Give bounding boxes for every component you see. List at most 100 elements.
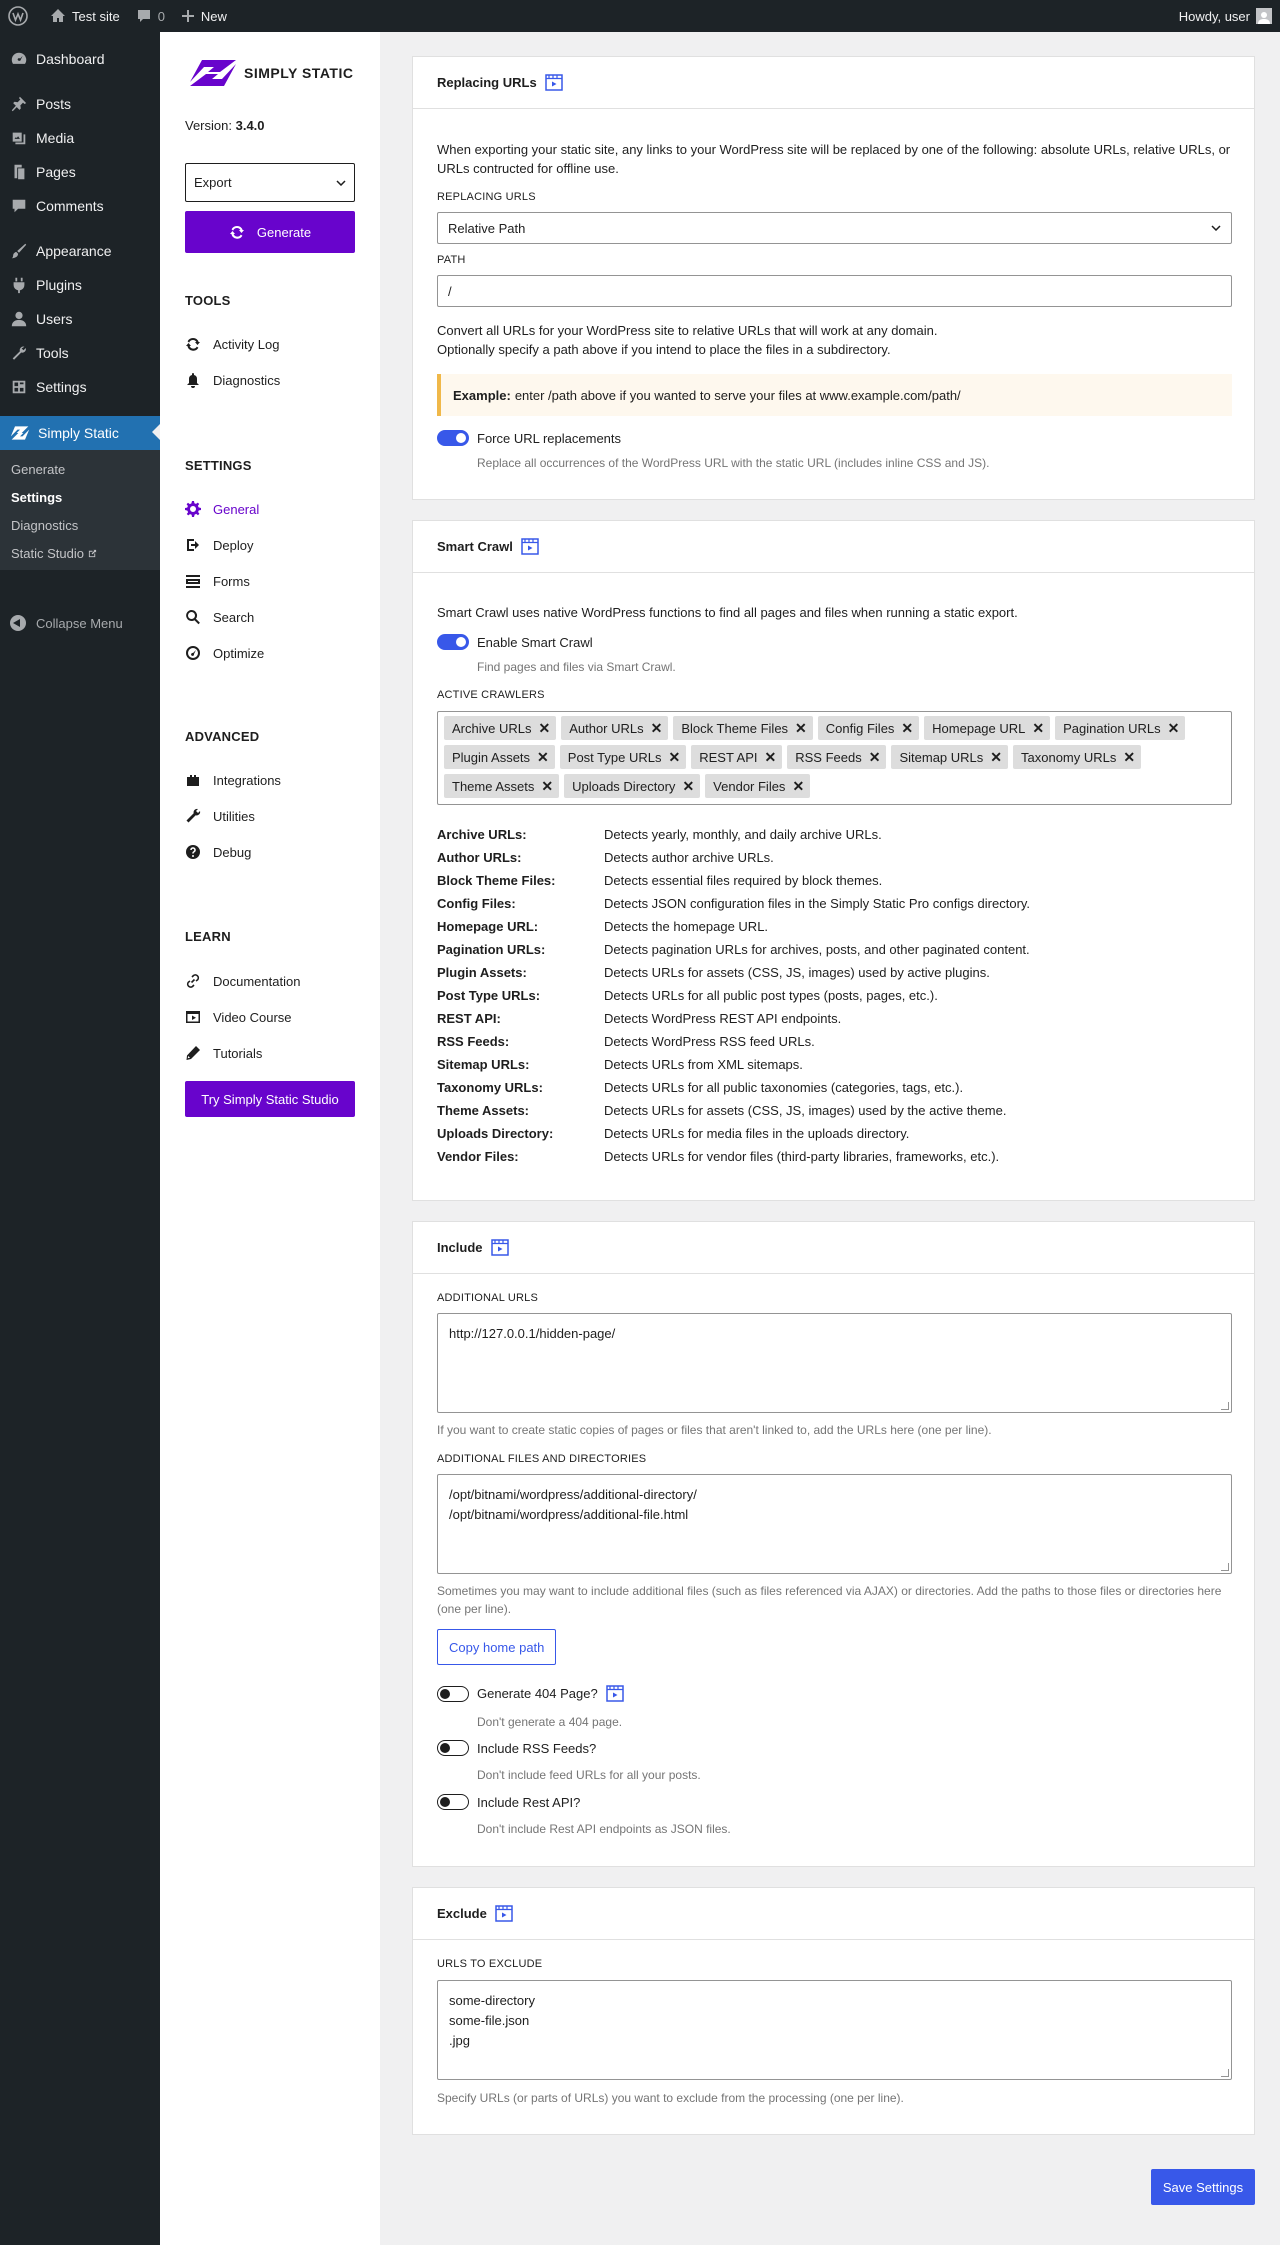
- toggle-label: Include Rest API?: [477, 1794, 581, 1810]
- video-tutorial-icon[interactable]: [544, 74, 563, 91]
- version-info: Version: 3.4.0: [185, 118, 265, 133]
- save-settings-button[interactable]: Save Settings: [1151, 2169, 1255, 2205]
- remove-token-icon[interactable]: ✕: [668, 750, 680, 764]
- force-url-hint: Replace all occurrences of the WordPress…: [477, 456, 990, 470]
- remove-token-icon[interactable]: ✕: [869, 750, 881, 764]
- nav-optimize[interactable]: Optimize: [185, 641, 264, 665]
- generate-button[interactable]: Generate: [185, 211, 355, 253]
- example-text: enter /path above if you wanted to serve…: [514, 387, 961, 403]
- token-label: Homepage URL: [932, 720, 1026, 736]
- panel-title: Exclude: [437, 1906, 487, 1921]
- submenu-generate[interactable]: Generate: [11, 462, 65, 477]
- remove-token-icon[interactable]: ✕: [538, 721, 550, 735]
- urls-to-exclude-hint: Specify URLs (or parts of URLs) you want…: [437, 2091, 904, 2105]
- menu-item-pages[interactable]: Pages: [0, 155, 160, 189]
- nav-activity-log[interactable]: Activity Log: [185, 332, 279, 356]
- menu-item-appearance[interactable]: Appearance: [0, 234, 160, 268]
- resize-grip-icon[interactable]: [1221, 2069, 1229, 2077]
- menu-item-simply-static[interactable]: Simply Static: [0, 416, 160, 450]
- video-tutorial-icon[interactable]: [605, 1685, 624, 1702]
- my-account[interactable]: Howdy, user: [1179, 8, 1280, 24]
- menu-item-posts[interactable]: Posts: [0, 87, 160, 121]
- crawler-desc: Detects essential files required by bloc…: [604, 872, 883, 888]
- nav-label: Integrations: [213, 772, 281, 788]
- remove-token-icon[interactable]: ✕: [795, 721, 807, 735]
- menu-item-media[interactable]: Media: [0, 121, 160, 155]
- resize-grip-icon[interactable]: [1221, 1563, 1229, 1571]
- replacing-urls-select[interactable]: Relative Path: [437, 212, 1232, 244]
- remove-token-icon[interactable]: ✕: [651, 721, 663, 735]
- menu-item-settings[interactable]: Settings: [0, 370, 160, 404]
- crawler-token: REST API ✕: [691, 745, 783, 769]
- resize-grip-icon[interactable]: [1221, 1402, 1229, 1410]
- submenu-static-studio[interactable]: Static Studio: [11, 546, 97, 561]
- help-icon: [185, 844, 213, 860]
- token-label: REST API: [699, 749, 758, 765]
- force-url-replacements-toggle-row: Force URL replacements: [437, 430, 621, 446]
- menu-item-dashboard[interactable]: Dashboard: [0, 42, 160, 76]
- nav-documentation[interactable]: Documentation: [185, 969, 300, 993]
- site-name-link[interactable]: Test site: [42, 0, 128, 32]
- menu-item-tools[interactable]: Tools: [0, 336, 160, 370]
- include-rest-api-toggle-row: Include Rest API?: [437, 1794, 580, 1810]
- remove-token-icon[interactable]: ✕: [682, 779, 694, 793]
- sync-icon: [229, 224, 257, 240]
- crawler-name: Sitemap URLs:: [437, 1056, 530, 1072]
- nav-general[interactable]: General: [185, 497, 259, 521]
- force-url-replacements-toggle[interactable]: [437, 430, 469, 446]
- generate-404-toggle[interactable]: [437, 1685, 469, 1702]
- submenu-settings[interactable]: Settings: [11, 490, 62, 505]
- copy-home-path-button[interactable]: Copy home path: [437, 1629, 557, 1665]
- remove-token-icon[interactable]: ✕: [1123, 750, 1135, 764]
- video-tutorial-icon[interactable]: [521, 538, 539, 555]
- comments-link[interactable]: 0: [128, 0, 173, 32]
- wordpress-logo-icon[interactable]: [0, 0, 42, 32]
- nav-utilities[interactable]: Utilities: [185, 804, 255, 828]
- include-rest-api-hint: Don't include Rest API endpoints as JSON…: [477, 1822, 731, 1836]
- remove-token-icon[interactable]: ✕: [537, 750, 549, 764]
- nav-video-course[interactable]: Video Course: [185, 1005, 292, 1029]
- path-input[interactable]: /: [437, 275, 1232, 307]
- crawler-description-row: Theme Assets: Detects URLs for assets (CS…: [437, 1101, 1006, 1119]
- nav-tutorials[interactable]: Tutorials: [185, 1041, 262, 1065]
- menu-item-users[interactable]: Users: [0, 302, 160, 336]
- active-crawlers-field[interactable]: Archive URLs ✕ Author URLs ✕ Block Theme Fil…: [437, 711, 1232, 805]
- nav-forms[interactable]: Forms: [185, 569, 250, 593]
- crawler-name: Author URLs:: [437, 849, 522, 865]
- page-icon: [10, 163, 36, 181]
- include-rss-toggle[interactable]: [437, 1740, 469, 1756]
- remove-token-icon[interactable]: ✕: [901, 721, 913, 735]
- remove-token-icon[interactable]: ✕: [990, 750, 1002, 764]
- enable-smart-crawl-toggle[interactable]: [437, 634, 469, 650]
- remove-token-icon[interactable]: ✕: [792, 779, 804, 793]
- submenu-diagnostics[interactable]: Diagnostics: [11, 518, 78, 533]
- remove-token-icon[interactable]: ✕: [541, 779, 553, 793]
- try-simply-static-studio-button[interactable]: Try Simply Static Studio: [185, 1081, 355, 1117]
- include-rest-api-toggle[interactable]: [437, 1794, 469, 1810]
- new-content-link[interactable]: New: [173, 0, 235, 32]
- intro-line: When exporting your static site, any lin…: [437, 142, 1231, 157]
- crawler-desc: Detects URLs for assets (CSS, JS, images…: [604, 1102, 1007, 1118]
- remove-token-icon[interactable]: ✕: [1168, 721, 1180, 735]
- settings-heading: SETTINGS: [185, 458, 252, 473]
- token-row: Plugin Assets ✕ Post Type URLs ✕ REST API ✕ RS…: [444, 745, 1225, 769]
- additional-files-textarea[interactable]: /opt/bitnami/wordpress/additional-direct…: [437, 1474, 1232, 1574]
- token-label: Author URLs: [569, 720, 644, 736]
- export-type-select[interactable]: Export: [185, 163, 355, 202]
- nav-debug[interactable]: Debug: [185, 840, 251, 864]
- nav-integrations[interactable]: Integrations: [185, 768, 281, 792]
- generate-404-toggle-row: Generate 404 Page?: [437, 1685, 624, 1702]
- video-tutorial-icon[interactable]: [495, 1905, 513, 1922]
- nav-search[interactable]: Search: [185, 605, 254, 629]
- menu-item-comments[interactable]: Comments: [0, 189, 160, 223]
- video-tutorial-icon[interactable]: [490, 1239, 509, 1256]
- additional-urls-textarea[interactable]: http://127.0.0.1/hidden-page/: [437, 1313, 1232, 1413]
- remove-token-icon[interactable]: ✕: [765, 750, 777, 764]
- nav-deploy[interactable]: Deploy: [185, 533, 253, 557]
- menu-item-plugins[interactable]: Plugins: [0, 268, 160, 302]
- urls-to-exclude-textarea[interactable]: some-directory some-file.json .jpg: [437, 1980, 1232, 2080]
- remove-token-icon[interactable]: ✕: [1032, 721, 1044, 735]
- nav-diagnostics[interactable]: Diagnostics: [185, 368, 280, 392]
- crawler-desc: Detects pagination URLs for archives, po…: [604, 941, 1030, 957]
- collapse-menu-button[interactable]: Collapse Menu: [0, 606, 160, 640]
